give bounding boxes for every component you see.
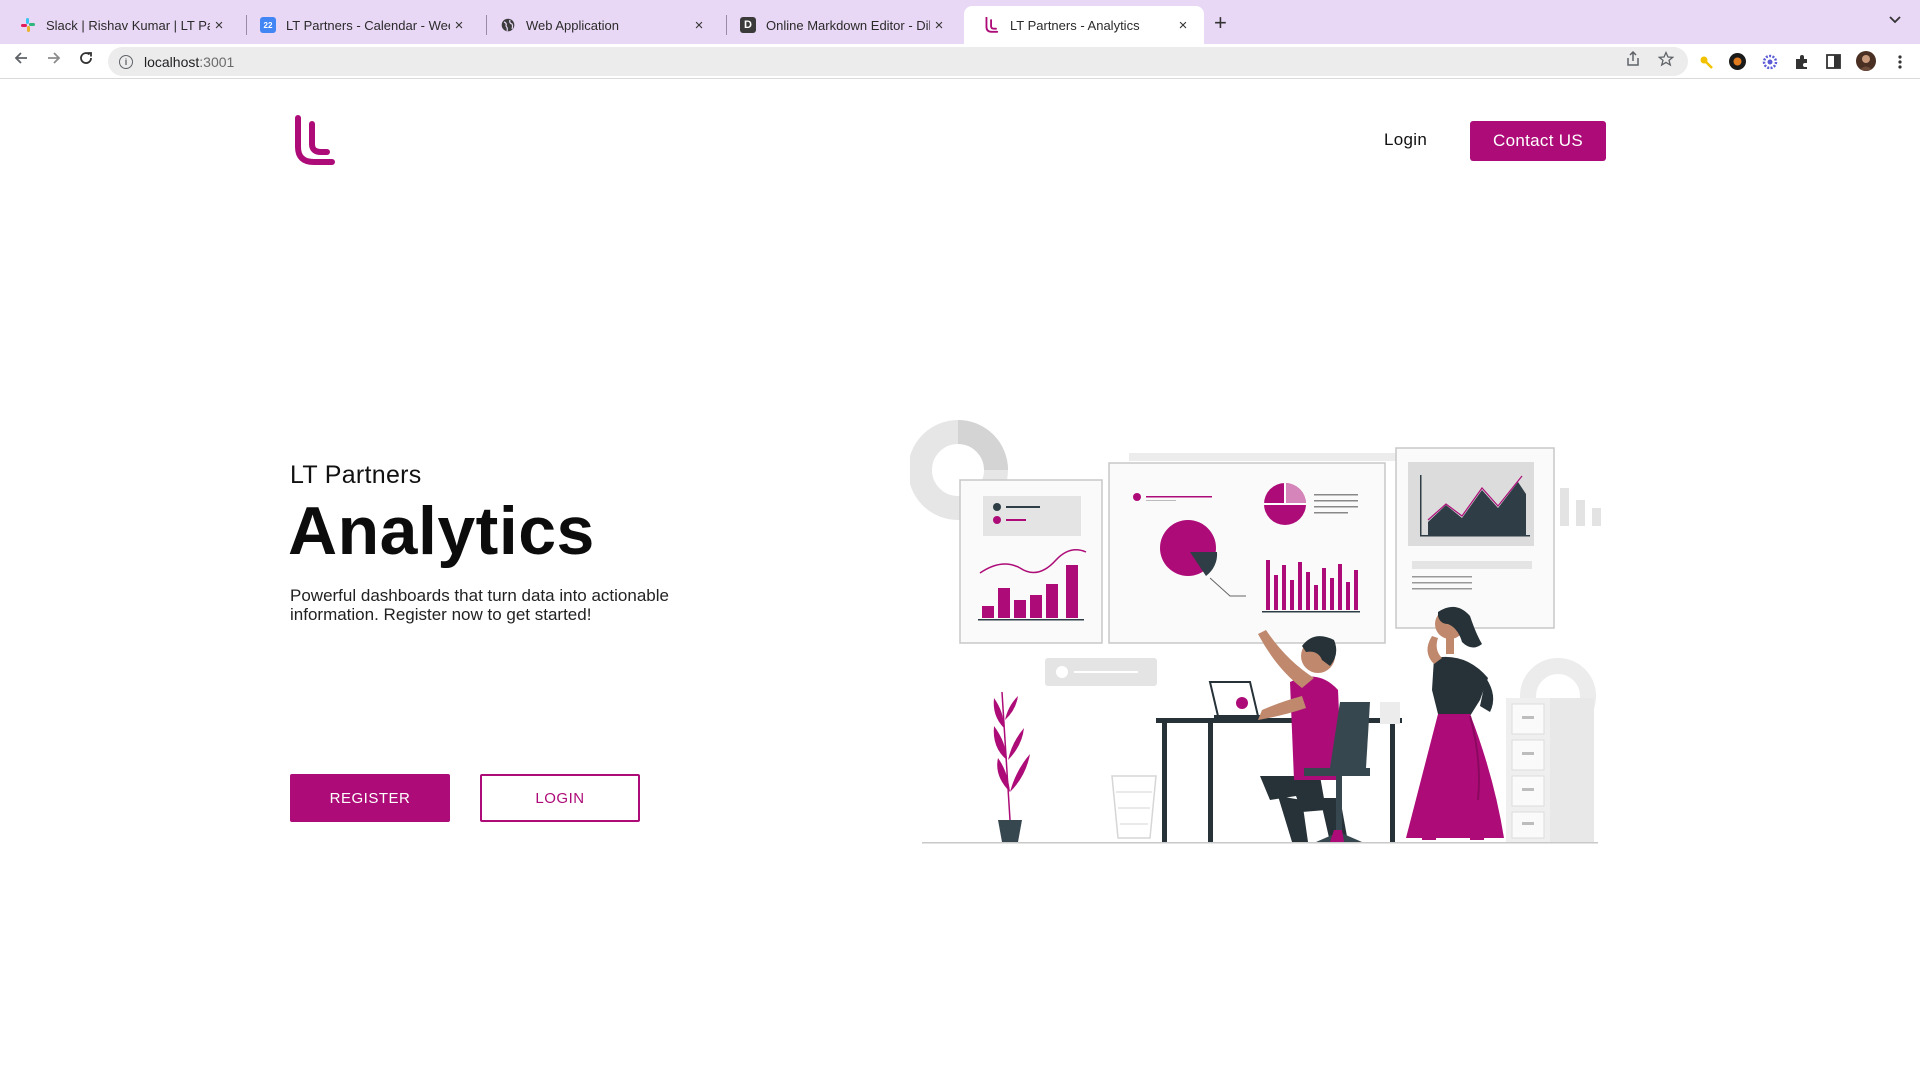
url-port: :3001 — [199, 53, 235, 70]
address-bar[interactable]: i localhost:3001 — [108, 47, 1688, 76]
share-icon[interactable] — [1626, 50, 1640, 71]
reload-icon[interactable] — [75, 50, 97, 71]
close-icon[interactable]: × — [690, 17, 708, 34]
key-extension-icon[interactable] — [1698, 53, 1715, 70]
profile-avatar[interactable] — [1856, 51, 1876, 71]
url-host: localhost — [144, 53, 200, 70]
close-icon[interactable]: × — [1174, 17, 1192, 34]
login-button[interactable]: LOGIN — [480, 774, 640, 822]
slack-icon — [20, 17, 36, 33]
globe-icon — [500, 17, 516, 33]
site-info-icon[interactable]: i — [119, 54, 133, 69]
register-button[interactable]: REGISTER — [290, 774, 450, 822]
new-tab-icon[interactable]: + — [1214, 10, 1227, 36]
kebab-menu-icon[interactable] — [1891, 53, 1908, 70]
browser-tab-strip: Slack | Rishav Kumar | LT Partners × 22 … — [0, 0, 1920, 44]
tab-slack[interactable]: Slack | Rishav Kumar | LT Partners × — [0, 6, 240, 44]
tab-title: Web Application — [526, 17, 619, 33]
bookmark-star-icon[interactable] — [1657, 50, 1675, 71]
tab-title: LT Partners - Analytics — [1010, 17, 1140, 33]
close-icon[interactable]: × — [450, 17, 468, 34]
analytics-illustration — [908, 420, 1610, 850]
back-arrow-icon[interactable] — [10, 50, 32, 71]
tab-lt-analytics[interactable]: LT Partners - Analytics × — [964, 6, 1204, 44]
lt-logo[interactable] — [292, 115, 338, 167]
dillinger-icon: D — [740, 17, 756, 33]
hero-description: Powerful dashboards that turn data into … — [290, 586, 669, 624]
forward-arrow-icon[interactable] — [43, 50, 65, 71]
tab-search-chevron-icon[interactable] — [1888, 12, 1902, 28]
tab-web-application[interactable]: Web Application × — [480, 6, 720, 44]
calendar-icon: 22 — [260, 17, 276, 33]
tab-title: LT Partners - Calendar - Week — [286, 17, 450, 33]
close-icon[interactable]: × — [930, 17, 948, 34]
url-text[interactable]: localhost:3001 — [144, 54, 234, 70]
page-content: Login Contact US LT Partners Analytics P… — [0, 80, 1920, 1080]
tab-calendar[interactable]: 22 LT Partners - Calendar - Week × — [240, 6, 480, 44]
puzzle-extensions-icon[interactable] — [1793, 53, 1810, 70]
tab-dillinger[interactable]: D Online Markdown Editor - Dillinger × — [720, 6, 960, 44]
close-icon[interactable]: × — [210, 17, 228, 34]
lt-logo-icon — [984, 17, 1000, 33]
header-login-link[interactable]: Login — [1384, 130, 1427, 150]
side-panel-icon[interactable] — [1825, 53, 1842, 70]
info-extension-icon[interactable] — [1729, 53, 1746, 70]
tab-title: Online Markdown Editor - Dillinger — [766, 17, 930, 33]
hero-subtitle: LT Partners — [290, 461, 422, 489]
tab-title: Slack | Rishav Kumar | LT Partners — [46, 17, 210, 33]
browser-toolbar: i localhost:3001 — [0, 44, 1920, 79]
contact-us-button[interactable]: Contact US — [1470, 121, 1606, 161]
gear-extension-icon[interactable] — [1761, 53, 1778, 70]
hero-title: Analytics — [288, 493, 595, 569]
